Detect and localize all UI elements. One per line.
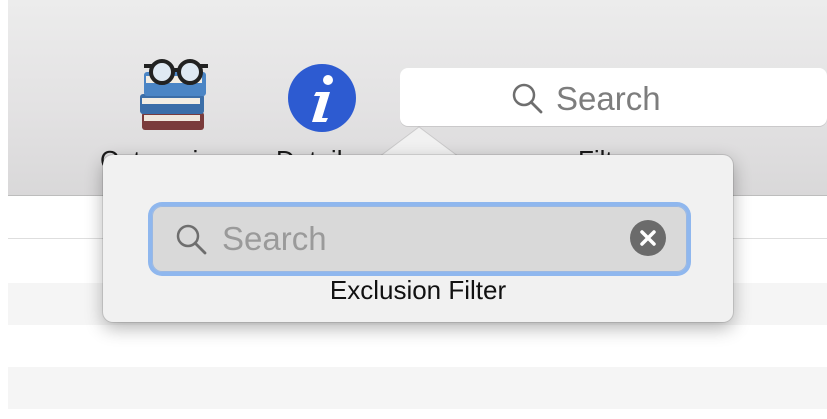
exclusion-filter-label: Exclusion Filter (329, 275, 507, 305)
books-with-glasses-icon (140, 59, 208, 130)
popover-arrow (379, 126, 459, 158)
clear-search-button[interactable] (630, 220, 666, 256)
exclusion-search-placeholder: Search (222, 220, 327, 257)
exclusion-search-field[interactable]: Search (152, 206, 687, 272)
info-icon (288, 64, 356, 132)
toolbar-search-placeholder: Search (556, 80, 661, 117)
table-row (8, 367, 827, 409)
clear-icon (640, 230, 656, 246)
search-icon (512, 83, 543, 114)
search-icon (176, 224, 207, 255)
toolbar-search-field[interactable]: Search (400, 68, 827, 126)
toolbar-item-categories[interactable] (126, 56, 236, 156)
